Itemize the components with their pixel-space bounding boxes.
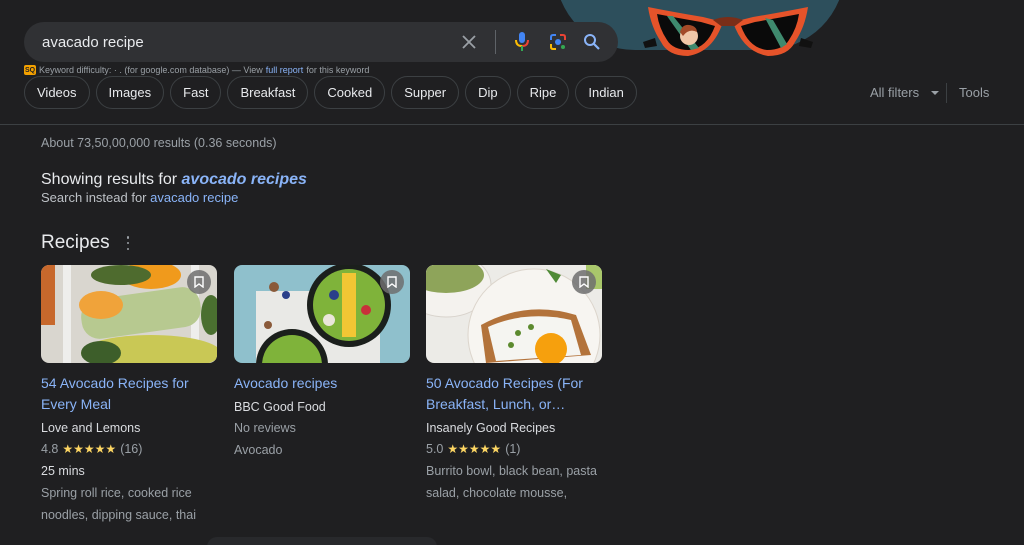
bookmark-icon (387, 276, 397, 288)
filter-chips: Videos Images Fast Breakfast Cooked Supp… (24, 76, 637, 109)
showing-results-for: Showing results for avocado recipes (41, 171, 307, 189)
chip-ripe[interactable]: Ripe (516, 76, 570, 109)
recipe-title[interactable]: 54 Avocado Recipes for Every Meal (41, 373, 217, 415)
recipe-thumbnail[interactable] (41, 265, 217, 363)
recipe-card[interactable]: Avocado recipes BBC Good Food No reviews… (234, 265, 410, 461)
close-icon (462, 35, 476, 49)
star-rating-icon: ★★★★★ (447, 442, 502, 456)
bookmark-icon (194, 276, 204, 288)
all-filters-button[interactable]: All filters (870, 85, 940, 100)
recipe-thumbnail[interactable] (426, 265, 602, 363)
chip-fast[interactable]: Fast (170, 76, 222, 109)
no-reviews-label: No reviews (234, 421, 296, 435)
lens-icon (550, 34, 566, 50)
bookmark-icon (579, 276, 589, 288)
chip-indian[interactable]: Indian (575, 76, 637, 109)
cook-time: 25 mins (41, 464, 85, 478)
full-report-link[interactable]: full report (266, 65, 304, 75)
keyword-difficulty-text: Keyword difficulty: · . (for google.com … (39, 65, 263, 75)
recipe-ingredients: Spring roll rice, cooked rice noodles, d… (41, 486, 196, 522)
save-recipe-button[interactable] (572, 270, 596, 294)
chip-breakfast[interactable]: Breakfast (227, 76, 309, 109)
save-recipe-button[interactable] (187, 270, 211, 294)
recipes-heading: Recipes (41, 232, 110, 253)
rating-value: 4.8 (41, 442, 59, 456)
save-recipe-button[interactable] (380, 270, 404, 294)
recipe-thumbnail[interactable] (234, 265, 410, 363)
review-count: (1) (505, 442, 521, 456)
filters-divider (946, 83, 947, 103)
original-query-link[interactable]: avacado recipe (150, 190, 238, 205)
instead-prefix: Search instead for (41, 190, 147, 205)
star-rating-icon: ★★★★★ (62, 442, 117, 456)
chip-dip[interactable]: Dip (465, 76, 511, 109)
keyword-difficulty-suffix: for this keyword (306, 65, 370, 75)
mic-icon (515, 32, 529, 51)
corrected-query-link[interactable]: avocado recipes (182, 171, 307, 188)
search-input[interactable] (24, 33, 457, 51)
recipe-title[interactable]: Avocado recipes (234, 373, 410, 394)
tools-button[interactable]: Tools (959, 85, 989, 100)
recipe-category: Avocado (234, 443, 283, 457)
recipe-rating: 5.0 ★★★★★ (1) (426, 438, 602, 460)
rating-value: 5.0 (426, 442, 444, 456)
chip-images[interactable]: Images (95, 76, 165, 109)
clear-search-button[interactable] (457, 30, 481, 54)
more-recipes-button[interactable] (207, 537, 437, 545)
review-count: (16) (120, 442, 143, 456)
search-instead-for: Search instead for avacado recipe (41, 190, 238, 205)
recipe-source: BBC Good Food (234, 400, 326, 414)
recipe-source: Love and Lemons (41, 421, 141, 435)
search-bar (24, 22, 618, 62)
chip-supper[interactable]: Supper (391, 76, 460, 109)
dropdown-arrow-icon (931, 90, 940, 95)
cat-eye-glasses-icon (643, 7, 813, 56)
voice-search-button[interactable] (510, 30, 534, 54)
recipe-ingredients: Burrito bowl, black bean, pasta salad, c… (426, 464, 597, 500)
search-icon (584, 34, 600, 50)
recipe-card[interactable]: 54 Avocado Recipes for Every Meal Love a… (41, 265, 217, 526)
all-filters-label: All filters (870, 85, 920, 100)
search-button[interactable] (580, 30, 604, 54)
lens-search-button[interactable] (546, 30, 570, 54)
result-stats: About 73,50,00,000 results (0.36 seconds… (41, 136, 277, 150)
recipe-rating: 4.8 ★★★★★ (16) (41, 438, 217, 460)
chip-cooked[interactable]: Cooked (314, 76, 386, 109)
semrush-logo-icon: SQ (24, 65, 36, 75)
recipe-source: Insanely Good Recipes (426, 421, 556, 435)
more-options-icon[interactable] (125, 236, 131, 250)
showing-prefix: Showing results for (41, 171, 178, 188)
recipe-title[interactable]: 50 Avocado Recipes (For Breakfast, Lunch… (426, 373, 602, 415)
header-divider (0, 124, 1024, 125)
search-bar-divider (495, 30, 496, 54)
keyword-difficulty-bar: SQ Keyword difficulty: · . (for google.c… (24, 65, 369, 75)
recipe-card[interactable]: 50 Avocado Recipes (For Breakfast, Lunch… (426, 265, 602, 504)
chip-videos[interactable]: Videos (24, 76, 90, 109)
